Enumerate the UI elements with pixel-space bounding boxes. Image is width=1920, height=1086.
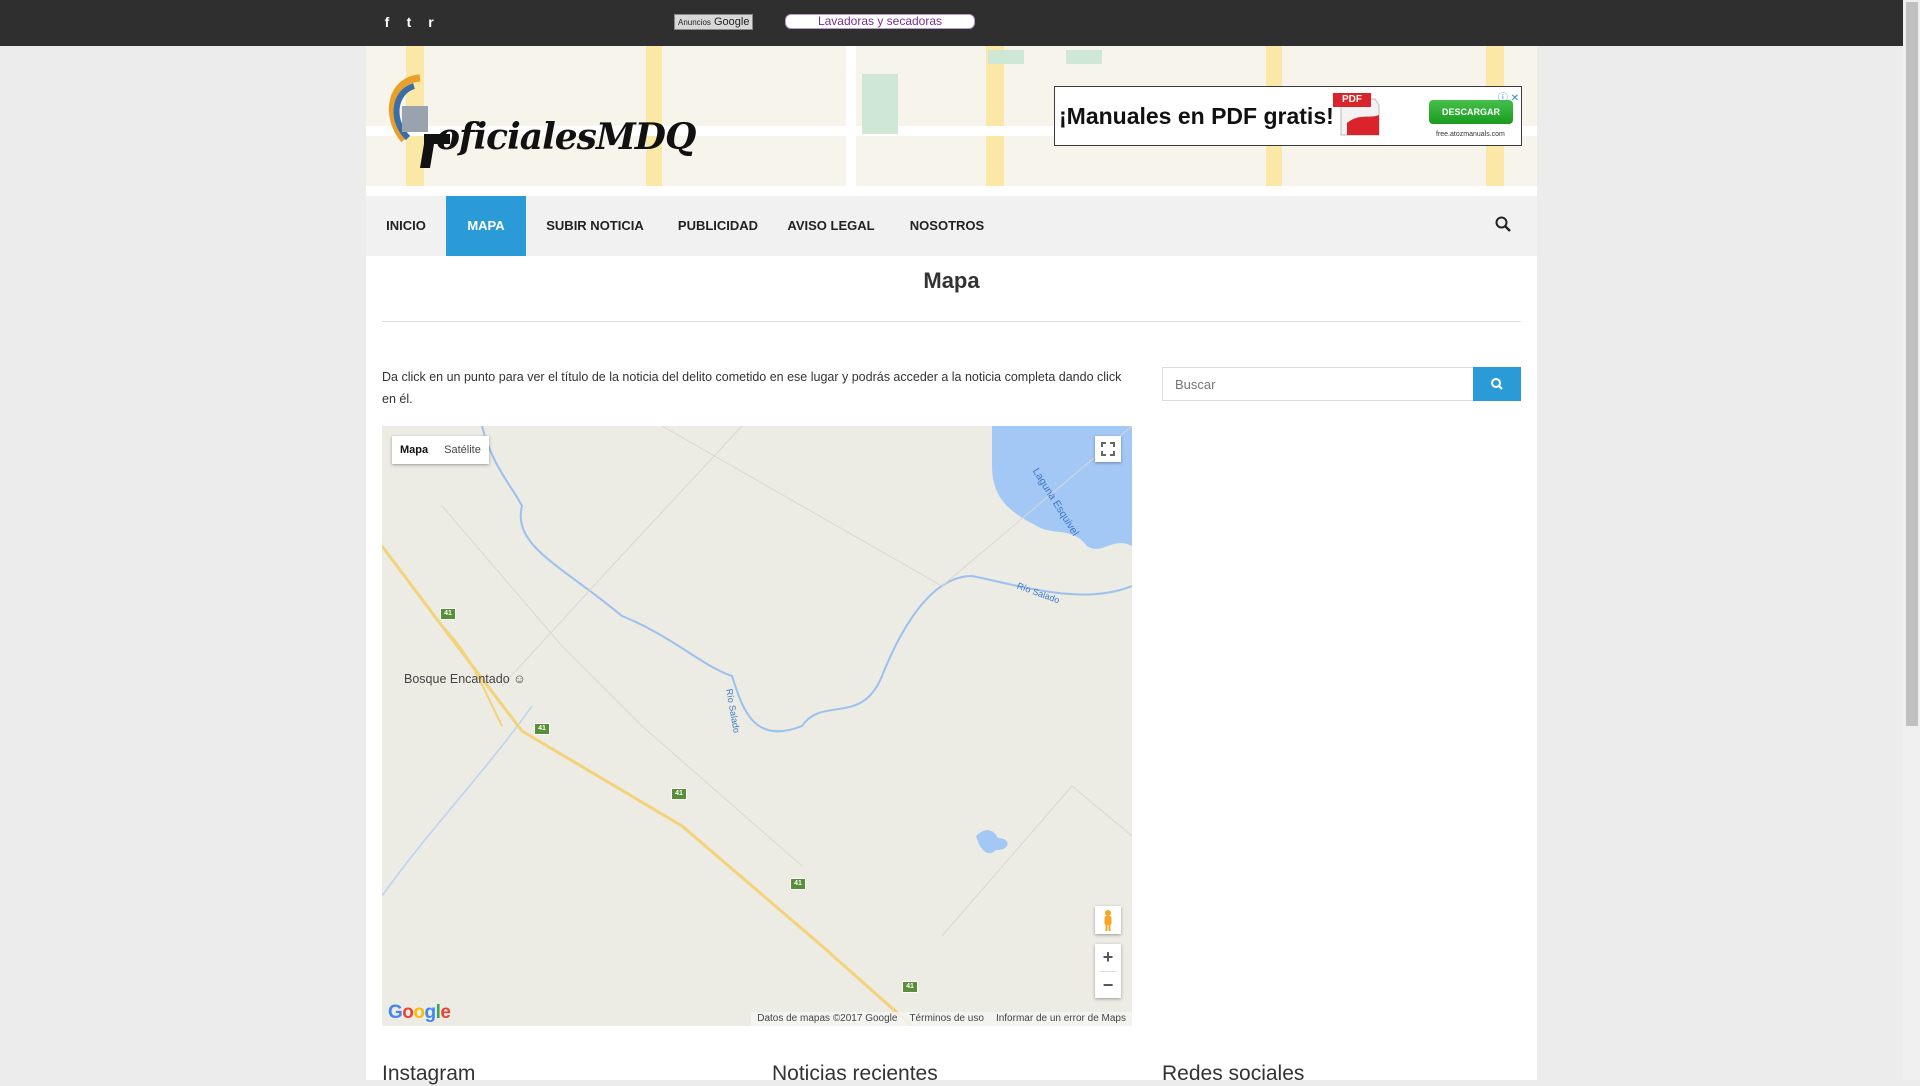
google-map[interactable]: Laguna Esquivel Río Salado Río Salado Bo… <box>382 426 1132 1026</box>
nav-mapa[interactable]: MAPA <box>446 196 526 256</box>
search-icon[interactable] <box>1495 216 1511 232</box>
nav-inicio[interactable]: INICIO <box>366 196 446 256</box>
search-input[interactable] <box>1163 368 1477 400</box>
google-logo-letter: o <box>413 1002 425 1023</box>
map-attribution: Datos de mapas ©2017 Google Términos de … <box>751 1012 1132 1026</box>
intro-text: Da click en un punto para ver el título … <box>382 370 1122 406</box>
scrollbar-thumb[interactable] <box>1906 2 1918 726</box>
map-type-map-button[interactable]: Mapa <box>392 436 436 464</box>
pdf-ad-banner[interactable]: ¡Manuales en PDF gratis! PDF DESCARGAR f… <box>1054 86 1522 146</box>
page-container: oficialesMDQ ¡Manuales en PDF gratis! PD… <box>366 46 1537 1085</box>
top-bar: f t r Anuncios Google Lavadoras y secado… <box>0 0 1903 46</box>
page-title: Mapa <box>923 268 980 293</box>
route-shield: 41 <box>902 981 918 993</box>
google-logo-letter: o <box>402 1002 414 1023</box>
google-logo-letter: G <box>388 1002 403 1023</box>
adchoices-brand: Google <box>713 16 750 28</box>
fullscreen-icon <box>1101 442 1115 456</box>
nav-aviso-legal[interactable]: AVISO LEGAL <box>772 196 890 256</box>
street-view-button[interactable] <box>1095 906 1121 934</box>
fullscreen-button[interactable] <box>1095 436 1121 462</box>
zoom-in-button[interactable]: + <box>1095 944 1121 971</box>
twitter-icon[interactable]: t <box>403 14 415 30</box>
logo-text: oficialesMDQ <box>436 116 696 158</box>
search-icon <box>1491 378 1503 390</box>
map-type-satellite-button[interactable]: Satélite <box>436 436 489 464</box>
park-icon: ☺ <box>513 672 526 686</box>
social-links: f t r <box>381 14 437 30</box>
map-type-control: Mapa Satélite <box>392 436 489 464</box>
search-button[interactable] <box>1473 367 1521 401</box>
widget-title-recent-news: Noticias recientes <box>772 1062 938 1085</box>
pdf-label: PDF <box>1333 93 1371 107</box>
place-name: Bosque Encantado <box>404 672 510 686</box>
nav-publicidad[interactable]: PUBLICIDAD <box>664 196 772 256</box>
pegman-icon <box>1104 910 1112 931</box>
facebook-icon[interactable]: f <box>381 14 393 30</box>
banner-url: free.atozmanuals.com <box>1436 131 1505 138</box>
widget-title-social: Redes sociales <box>1162 1062 1305 1085</box>
report-error-link[interactable]: Informar de un error de Maps <box>996 1012 1126 1026</box>
zoom-control: + − <box>1095 944 1121 998</box>
google-logo[interactable]: Google <box>388 1002 451 1024</box>
title-divider <box>382 321 1521 322</box>
pdf-document-icon: PDF <box>1333 93 1383 137</box>
map-canvas[interactable] <box>382 426 1132 1026</box>
adchoices-label[interactable]: Anuncios Google <box>674 14 754 30</box>
route-shield: 41 <box>790 878 806 890</box>
rss-icon[interactable]: r <box>425 14 437 30</box>
map-data-credit: Datos de mapas ©2017 Google <box>757 1013 898 1024</box>
nav-nosotros[interactable]: NOSOTROS <box>890 196 1004 256</box>
route-shield: 41 <box>440 608 456 620</box>
route-shield: 41 <box>671 788 687 800</box>
main-nav: INICIO MAPA SUBIR NOTICIA PUBLICIDAD AVI… <box>366 196 1537 256</box>
route-shield: 41 <box>534 723 550 735</box>
nav-subir-noticia[interactable]: SUBIR NOTICIA <box>526 196 664 256</box>
ad-info-close-icons[interactable]: ⓘ ✕ <box>1498 89 1519 104</box>
ad-link[interactable]: Lavadoras y secadoras <box>785 14 975 29</box>
map-place-label[interactable]: Bosque Encantado ☺ <box>404 672 526 686</box>
terms-link[interactable]: Términos de uso <box>909 1012 983 1026</box>
banner-title: ¡Manuales en PDF gratis! <box>1059 103 1334 129</box>
adchoices-prefix: Anuncios <box>678 18 711 27</box>
site-logo[interactable]: oficialesMDQ <box>380 68 696 178</box>
google-logo-letter: e <box>440 1002 451 1023</box>
widget-title-instagram: Instagram <box>382 1062 476 1085</box>
sidebar-search-box <box>1162 367 1477 401</box>
zoom-out-button[interactable]: − <box>1095 972 1121 999</box>
google-logo-letter: g <box>424 1002 437 1023</box>
